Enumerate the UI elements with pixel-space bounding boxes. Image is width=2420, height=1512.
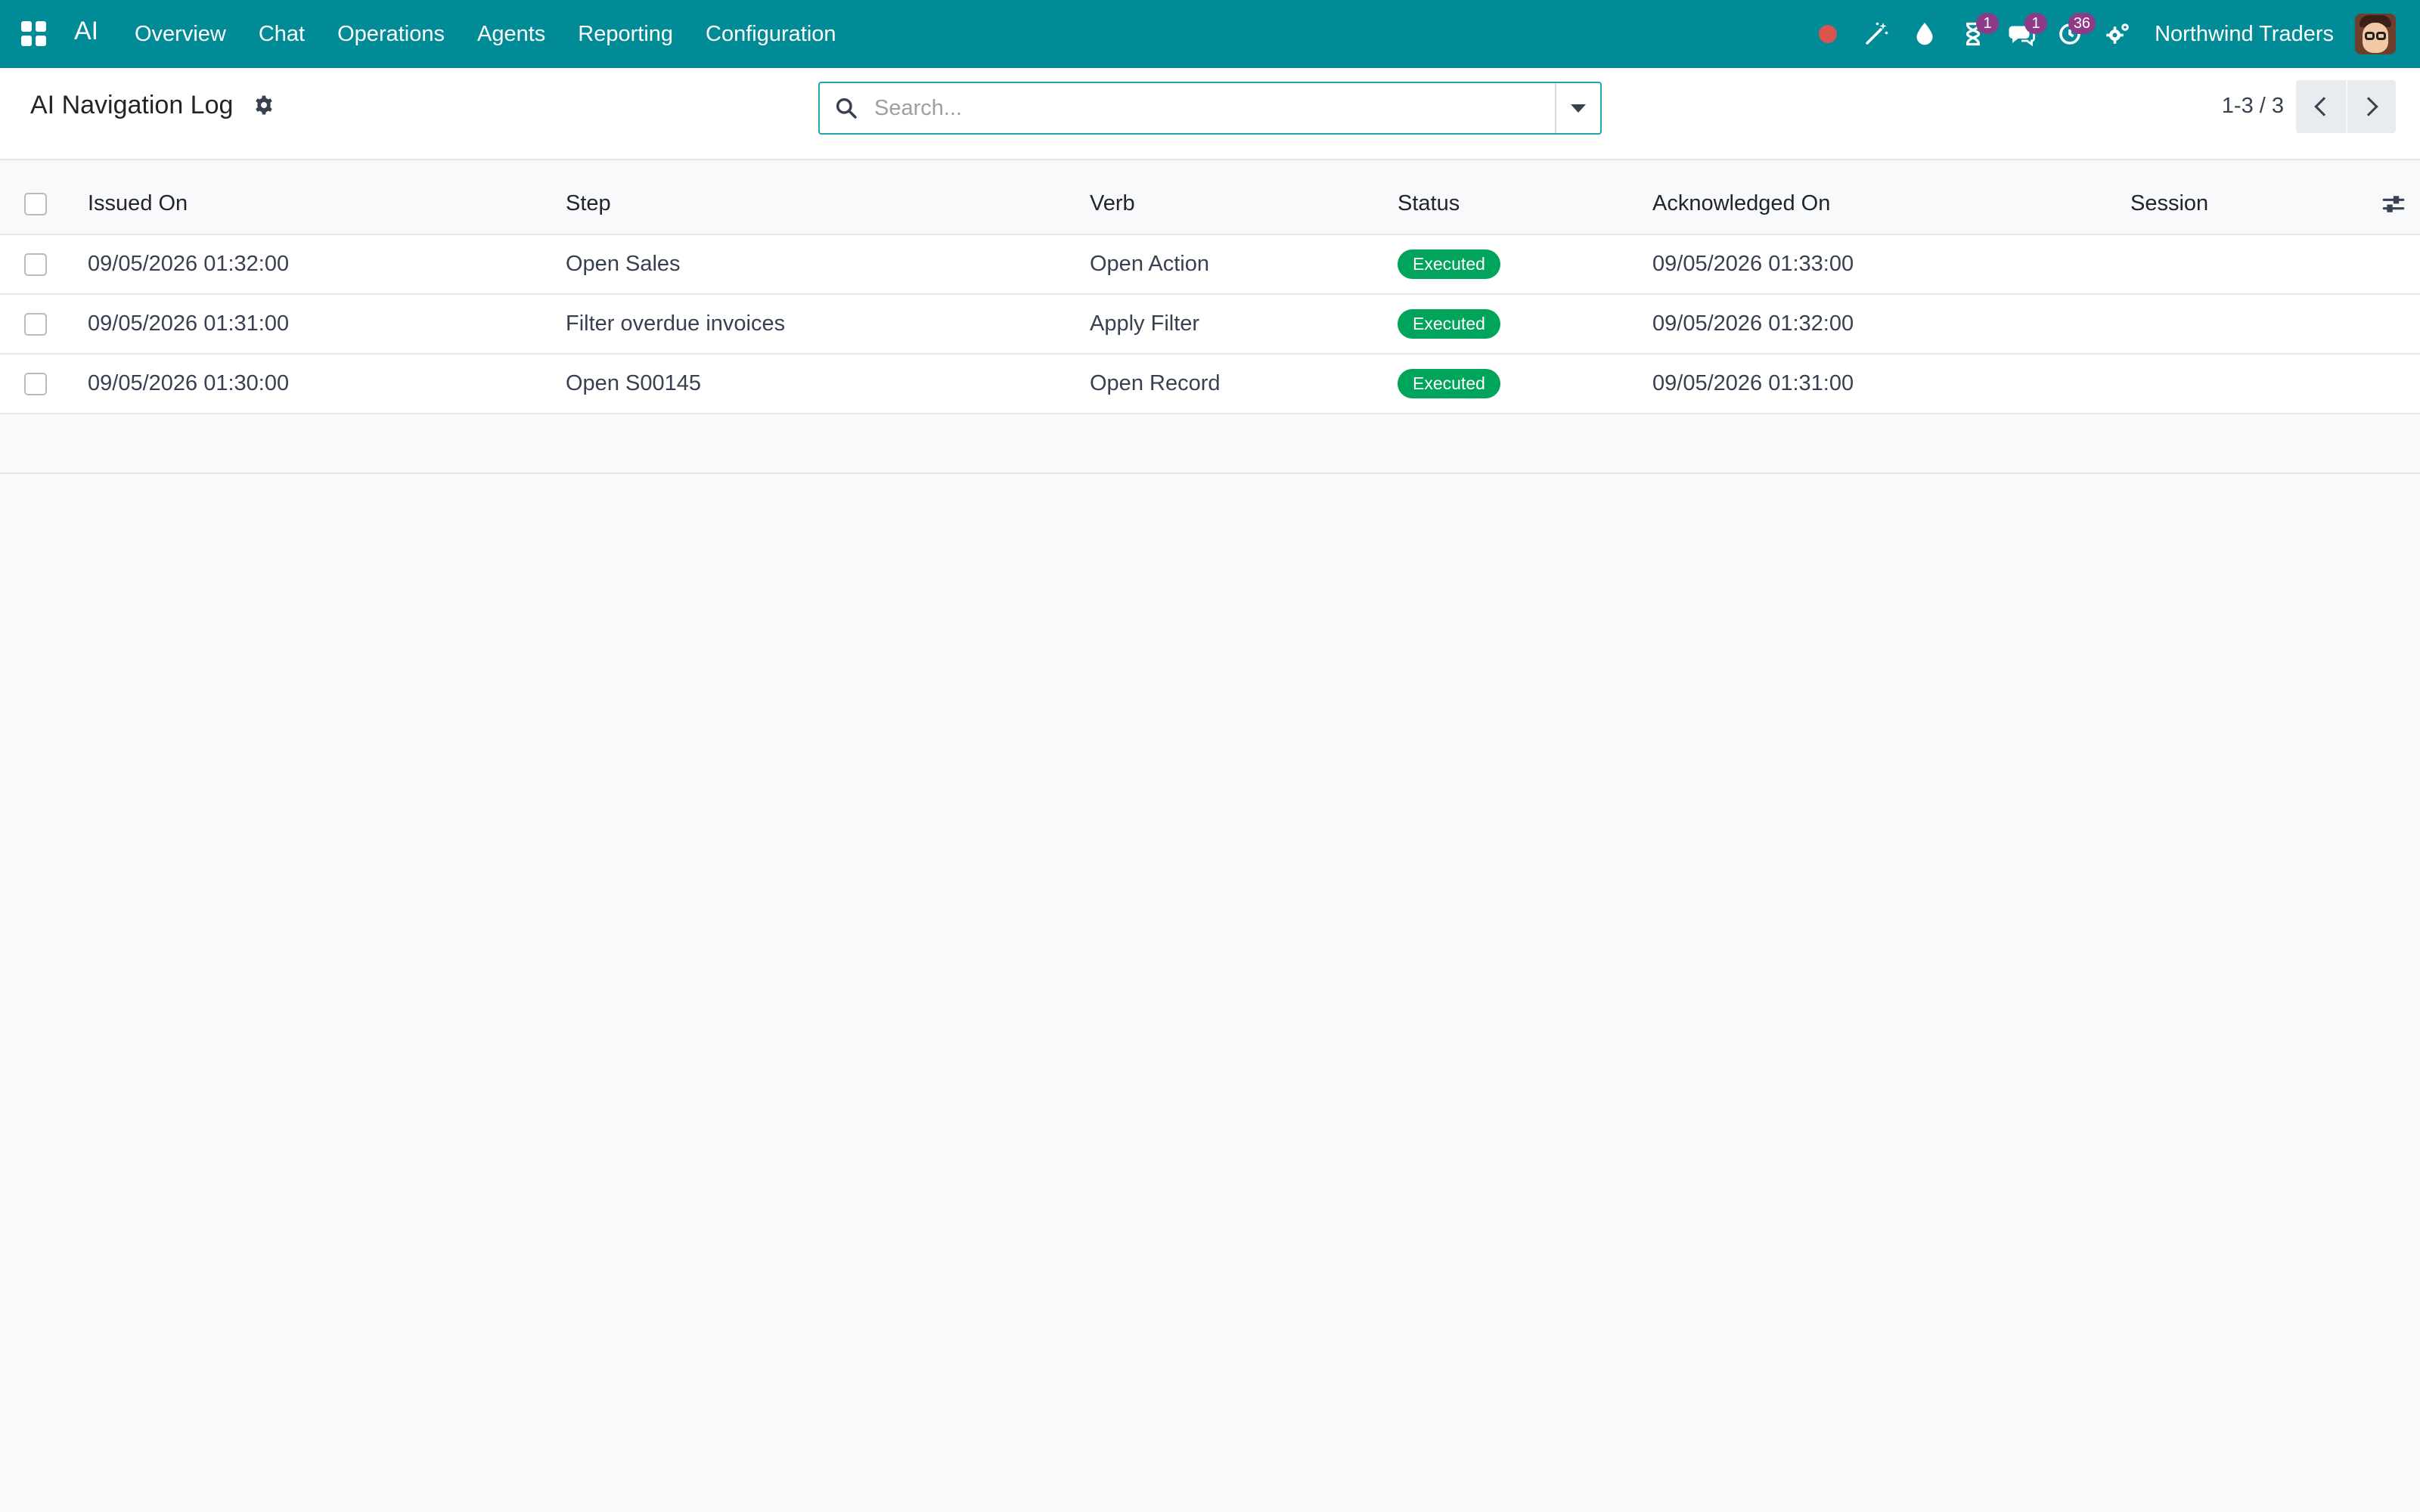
clock-icon[interactable]: 36 — [2053, 13, 2096, 51]
menu-agents[interactable]: Agents — [477, 22, 545, 47]
cell-issued-on: 09/05/2026 01:32:00 — [88, 252, 290, 276]
hourglass-icon[interactable]: 1 — [1956, 13, 2000, 51]
menu-reporting[interactable]: Reporting — [578, 22, 673, 47]
magic-wand-icon[interactable] — [1860, 17, 1893, 51]
cell-issued-on: 09/05/2026 01:30:00 — [88, 371, 290, 395]
optional-columns-icon[interactable] — [2381, 191, 2406, 217]
chevron-right-icon — [2359, 97, 2378, 116]
table-row[interactable]: 09/05/2026 01:32:00 Open Sales Open Acti… — [0, 235, 2420, 295]
status-badge: Executed — [1398, 369, 1500, 398]
status-badge: Executed — [1398, 309, 1500, 339]
select-all-checkbox[interactable] — [24, 192, 47, 215]
table-row[interactable]: 09/05/2026 01:30:00 Open S00145 Open Rec… — [0, 355, 2420, 414]
column-header-session[interactable]: Session — [2130, 160, 2208, 234]
row-checkbox[interactable] — [24, 253, 47, 276]
cell-issued-on: 09/05/2026 01:31:00 — [88, 311, 290, 336]
cell-step: Filter overdue invoices — [566, 311, 786, 336]
menu-overview[interactable]: Overview — [135, 22, 226, 47]
list-view: Issued On Step Verb Status Acknowledged … — [0, 160, 2420, 474]
updates-badge: 36 — [2068, 13, 2096, 34]
column-header-step[interactable]: Step — [566, 160, 611, 234]
cell-acknowledged-on: 09/05/2026 01:31:00 — [1652, 371, 1854, 395]
cell-verb: Apply Filter — [1090, 311, 1200, 336]
column-header-acknowledged-on[interactable]: Acknowledged On — [1652, 160, 1830, 234]
row-checkbox[interactable] — [24, 312, 47, 336]
company-switcher[interactable]: Northwind Traders — [2155, 22, 2334, 47]
pager-value[interactable]: 1-3 / 3 — [2222, 94, 2284, 119]
cell-step: Open S00145 — [566, 371, 701, 395]
column-header-issued-on[interactable]: Issued On — [88, 160, 188, 234]
top-navbar: AI Overview Chat Operations Agents Repor… — [0, 0, 2420, 68]
drop-icon[interactable] — [1908, 17, 1941, 51]
search-input[interactable] — [873, 85, 1555, 131]
main-menu: Overview Chat Operations Agents Reportin… — [135, 0, 869, 68]
settings-icon[interactable] — [2102, 17, 2135, 51]
record-icon[interactable] — [1811, 17, 1844, 51]
cell-verb: Open Record — [1090, 371, 1221, 395]
user-avatar[interactable] — [2355, 14, 2396, 54]
control-panel: AI Navigation Log 1-3 / 3 — [0, 68, 2420, 160]
search-bar — [818, 82, 1602, 135]
search-icon[interactable] — [820, 83, 873, 133]
table-footer — [0, 414, 2420, 474]
messages-badge: 1 — [2024, 13, 2048, 34]
systray: 1 1 36 Northwind Traders — [1811, 0, 2420, 68]
activities-badge: 1 — [1976, 13, 2000, 34]
column-header-verb[interactable]: Verb — [1090, 160, 1135, 234]
caret-down-icon — [1571, 104, 1586, 113]
menu-chat[interactable]: Chat — [259, 22, 305, 47]
chevron-left-icon — [2314, 97, 2334, 116]
cell-verb: Open Action — [1090, 252, 1209, 276]
cell-acknowledged-on: 09/05/2026 01:33:00 — [1652, 252, 1854, 276]
search-options-toggle[interactable] — [1555, 83, 1600, 133]
menu-operations[interactable]: Operations — [337, 22, 445, 47]
pager-next-button[interactable] — [2346, 80, 2396, 133]
row-checkbox[interactable] — [24, 372, 47, 395]
table-header: Issued On Step Verb Status Acknowledged … — [0, 160, 2420, 235]
column-header-status[interactable]: Status — [1398, 160, 1460, 234]
pager-previous-button[interactable] — [2296, 80, 2346, 133]
page-title[interactable]: AI Navigation Log — [30, 91, 233, 120]
menu-configuration[interactable]: Configuration — [706, 22, 836, 47]
cell-acknowledged-on: 09/05/2026 01:32:00 — [1652, 311, 1854, 336]
gear-icon[interactable] — [253, 94, 275, 116]
status-badge: Executed — [1398, 249, 1500, 279]
table-row[interactable]: 09/05/2026 01:31:00 Filter overdue invoi… — [0, 295, 2420, 355]
app-brand[interactable]: AI — [74, 17, 98, 46]
apps-menu-icon[interactable] — [18, 18, 50, 50]
chat-icon[interactable]: 1 — [2005, 13, 2048, 51]
cell-step: Open Sales — [566, 252, 681, 276]
